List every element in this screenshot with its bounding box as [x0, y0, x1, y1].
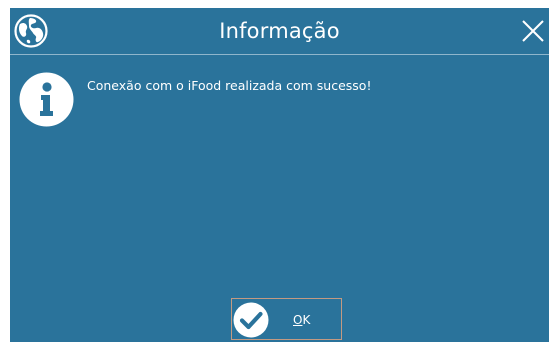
ok-button-label: OK	[293, 299, 310, 339]
info-icon	[19, 72, 74, 127]
checkmark-icon	[233, 302, 269, 338]
ok-button[interactable]: OK	[231, 298, 342, 340]
ok-label-rest: K	[302, 313, 311, 327]
info-dialog: Informação Conexão com o iFood realizada…	[10, 8, 549, 342]
dialog-title: Informação	[219, 19, 340, 43]
title-bar: Informação	[10, 8, 549, 54]
title-divider	[10, 54, 549, 55]
close-icon[interactable]	[519, 17, 547, 45]
message-text: Conexão com o iFood realizada com sucess…	[87, 78, 372, 93]
